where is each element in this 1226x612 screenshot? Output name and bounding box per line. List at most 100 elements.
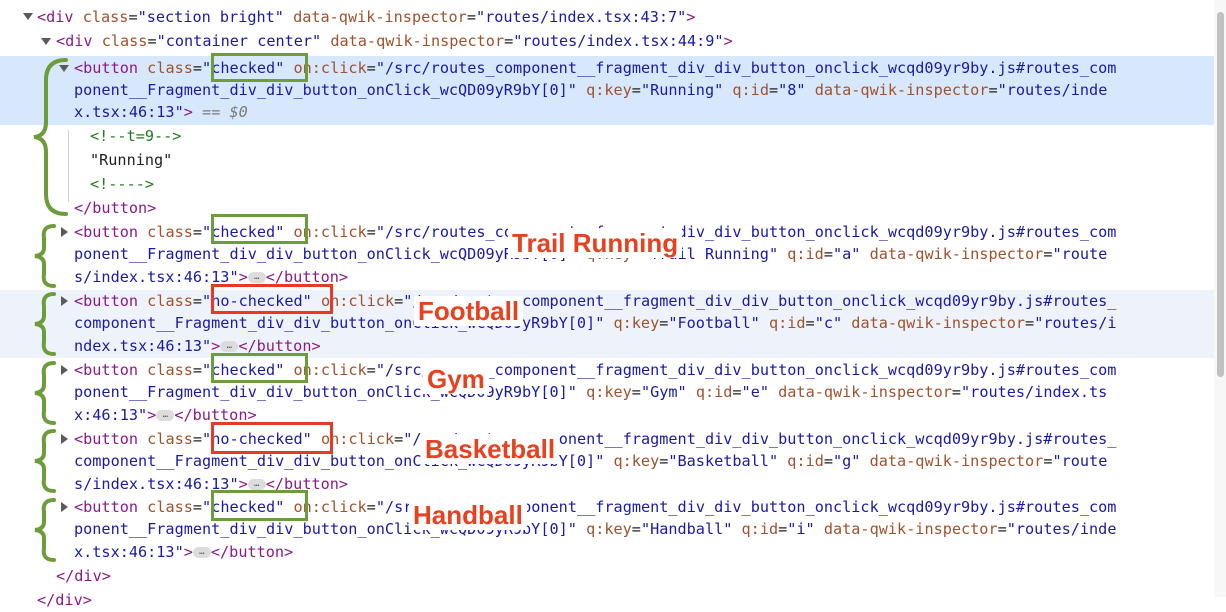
plain-token: = — [823, 245, 833, 263]
collapse-triangle-icon[interactable] — [41, 38, 51, 45]
attribute-value: "routes/i — [1034, 314, 1117, 332]
tree-line[interactable]: <div class="container center" data-qwik-… — [56, 30, 1226, 53]
attribute-name: q:id — [695, 383, 733, 401]
line-content: </div> — [37, 591, 92, 609]
vertical-scrollbar[interactable] — [1214, 0, 1226, 597]
attribute-name: q:key — [586, 81, 632, 99]
tree-line[interactable]: <div class="section bright" data-qwik-in… — [37, 6, 1226, 29]
tree-line[interactable]: <!--t=9--> — [90, 125, 1226, 148]
ellipsis-icon: … — [192, 547, 211, 558]
line-content: "Running" — [90, 151, 172, 169]
attribute-value: "section bright" — [137, 8, 284, 26]
attribute-name: class — [147, 223, 193, 241]
plain-token: = — [366, 361, 376, 379]
attribute-name: class — [147, 292, 193, 310]
attribute-name: q:id — [741, 520, 779, 538]
attribute-value: "i" — [787, 520, 815, 538]
line-content: component__Fragment_div_div_button_onCli… — [74, 314, 1116, 332]
attribute-value: ponent__Fragment_div_div_button_onClick_… — [74, 383, 577, 401]
tree-line[interactable]: "Running" — [90, 149, 1226, 172]
plain-token: = — [192, 292, 203, 310]
annotation-label-football: Football — [414, 296, 524, 326]
attribute-name: q:id — [768, 314, 806, 332]
attribute-name: data-qwik-inspector — [293, 8, 467, 26]
plain-token: = — [951, 383, 962, 401]
collapse-triangle-icon[interactable] — [23, 13, 33, 20]
attribute-value: "routes/inde — [1006, 520, 1117, 538]
attribute-name: data-qwik-inspector — [814, 81, 989, 99]
tag-token: <button — [74, 223, 139, 241]
plain-token: = — [192, 59, 203, 77]
attribute-name: q:key — [613, 314, 660, 332]
line-content: <!--t=9--> — [90, 127, 181, 145]
tag-token: > — [723, 32, 733, 50]
annotation-label-gym: Gym — [423, 364, 489, 394]
tree-line: x.tsx:46:13"> == $0 — [74, 101, 1226, 124]
tag-token: </div> — [56, 567, 111, 585]
attribute-value: ponent__Fragment_div_div_button_onClick_… — [74, 81, 577, 99]
attribute-value: "a" — [832, 245, 861, 263]
attribute-name: q:id — [732, 81, 769, 99]
tag-token: <div — [37, 8, 74, 26]
curly-brace-icon — [34, 224, 56, 288]
scrollbar-thumb[interactable] — [1217, 12, 1224, 377]
expand-triangle-icon[interactable] — [61, 365, 68, 375]
tree-line: ponent__Fragment_div_div_button_onClick_… — [74, 518, 1226, 541]
line-content: x.tsx:46:13">… </button> — [74, 543, 293, 561]
attribute-name: class — [101, 32, 148, 50]
line-content: <div class="container center" data-qwik-… — [56, 32, 733, 50]
curly-brace-icon — [33, 58, 68, 216]
tag-token: <div — [56, 32, 93, 50]
tag-token: > — [183, 103, 193, 121]
line-content: ponent__Fragment_div_div_button_onClick_… — [74, 383, 1107, 401]
plain-token: = — [631, 81, 641, 99]
comment-token: <!----> — [90, 175, 155, 193]
tree-line: component__Fragment_div_div_button_onCli… — [74, 312, 1226, 335]
line-content: ponent__Fragment_div_div_button_onClick_… — [74, 520, 1116, 538]
tree-line[interactable]: <!----> — [90, 173, 1226, 196]
line-content: component__Fragment_div_div_button_onCli… — [74, 452, 1107, 470]
checked-class-box — [211, 214, 308, 244]
attribute-value: x.tsx:46:13" — [74, 103, 184, 121]
expand-triangle-icon[interactable] — [61, 434, 68, 444]
tag-token: > — [686, 8, 696, 26]
attribute-value: ndex.tsx:46:13" — [74, 337, 212, 355]
line-content: </div> — [56, 567, 111, 585]
attribute-name: data-qwik-inspector — [869, 245, 1044, 263]
expand-triangle-icon[interactable] — [61, 502, 68, 512]
attribute-name: data-qwik-inspector — [823, 520, 998, 538]
attribute-value: "container center" — [156, 32, 322, 50]
tree-line[interactable]: </div> — [56, 565, 1226, 588]
plain-token: = — [192, 498, 203, 516]
attribute-name: q:key — [586, 383, 632, 401]
ellipsis-icon: … — [156, 410, 175, 421]
no-checked-class-box — [211, 284, 333, 314]
ellipsis-icon: … — [247, 479, 266, 490]
attribute-value: ponent__Fragment_div_div_button_onClick_… — [74, 245, 577, 263]
line-content: <!----> — [90, 175, 154, 193]
annotation-label-basketball: Basketball — [421, 434, 560, 464]
attribute-value: "Running" — [640, 81, 724, 99]
tree-line[interactable]: </div> — [37, 589, 1226, 612]
attribute-value: "Basketball" — [668, 452, 779, 470]
expand-triangle-icon[interactable] — [61, 227, 68, 237]
selected-marker: == $0 — [202, 103, 248, 121]
plain-token: = — [768, 81, 779, 99]
plain-token: = — [631, 520, 641, 538]
plain-token: = — [394, 430, 404, 448]
expand-triangle-icon[interactable] — [61, 296, 68, 306]
plain-token: = — [659, 452, 669, 470]
